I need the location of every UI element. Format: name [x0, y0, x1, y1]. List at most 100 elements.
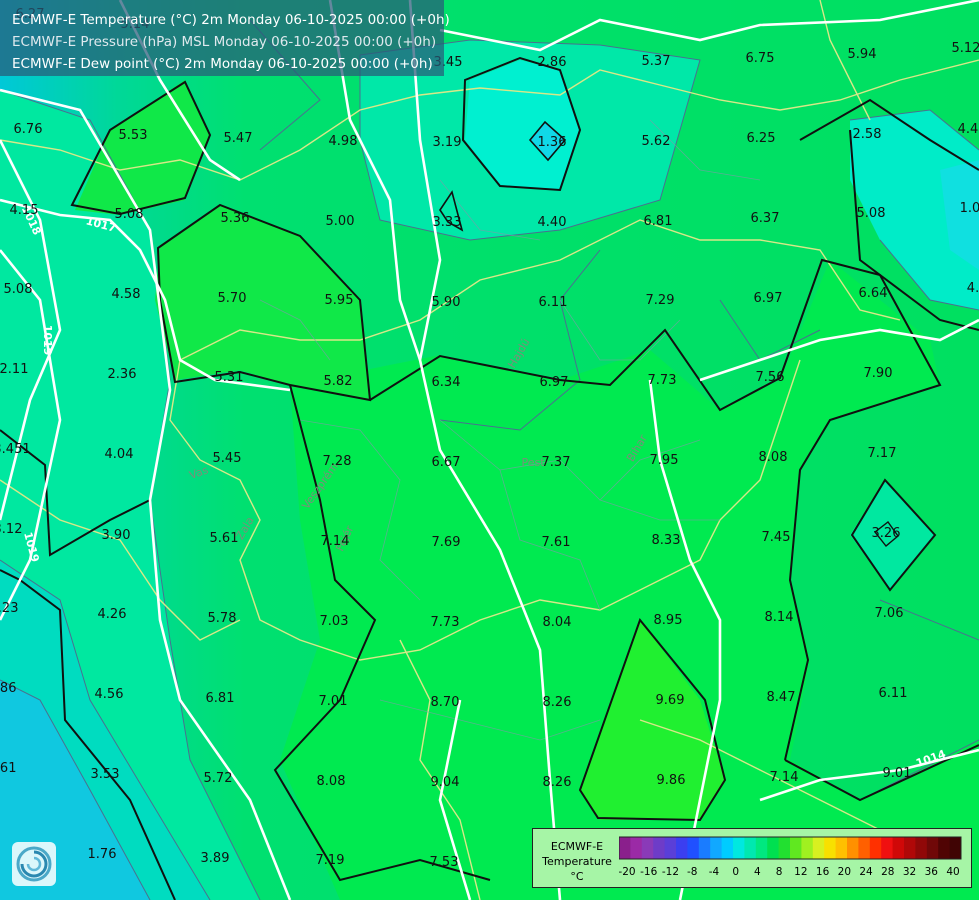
temperature-value: 6.75 — [746, 51, 775, 66]
temperature-value: 3.12 — [0, 522, 22, 537]
temperature-value: 7.14 — [321, 534, 350, 549]
temperature-value: 8.08 — [317, 774, 346, 789]
legend-swatch — [733, 837, 745, 859]
map-title-box: ECMWF-E Temperature (°C) 2m Monday 06-10… — [0, 0, 450, 76]
legend-swatch — [744, 837, 757, 859]
temperature-value: 3.26 — [872, 526, 901, 541]
legend-swatch — [630, 837, 643, 859]
legend-tick-label: -20 — [619, 866, 636, 878]
legend-tick-label: -12 — [662, 866, 679, 878]
title-temperature: ECMWF-E Temperature (°C) 2m Monday 06-10… — [12, 12, 450, 28]
legend-tick-label: 20 — [838, 866, 851, 878]
temperature-value: 8.08 — [759, 450, 788, 465]
legend-tick-label: -4 — [709, 866, 720, 878]
temperature-value: 8.33 — [652, 533, 681, 548]
temperature-value: 5.47 — [224, 131, 253, 146]
isobar-label: 1019 — [41, 325, 54, 356]
legend-swatch — [790, 837, 802, 859]
temperature-value: 6.81 — [206, 691, 235, 706]
legend-swatch — [915, 837, 928, 859]
legend-swatch — [641, 837, 654, 859]
temperature-value: 5.70 — [218, 291, 247, 306]
temperature-value: 6.76 — [14, 122, 43, 137]
temperature-value: 6.97 — [754, 291, 783, 306]
temperature-value: 7.28 — [323, 454, 352, 469]
temperature-value: 5.45 — [213, 451, 242, 466]
temperature-value: 3.53 — [91, 767, 120, 782]
legend-swatch — [892, 837, 905, 859]
temperature-value: 6.11 — [879, 686, 908, 701]
weather-map: 1018 1017101910191014 HajdúBiharPestVas Ve… — [0, 0, 979, 900]
temperature-value: 8.26 — [543, 695, 572, 710]
legend-swatch — [812, 837, 825, 859]
legend-swatch — [710, 837, 723, 859]
temperature-value: 5.95 — [325, 293, 354, 308]
legend-tick-label: 24 — [859, 866, 873, 878]
legend-title-line-3: °C — [570, 870, 584, 883]
temperature-value: 7.01 — [319, 694, 348, 709]
legend-tick-label: 28 — [881, 866, 894, 878]
temperature-value: 5.00 — [326, 214, 355, 229]
temperature-value: 1.0 — [960, 201, 979, 216]
temperature-value: 5.08 — [115, 207, 144, 222]
temperature-value: 5.61 — [210, 531, 239, 546]
temperature-value: 4.26 — [98, 607, 127, 622]
temperature-value: 4.56 — [95, 687, 124, 702]
temperature-value: 1.36 — [538, 135, 567, 150]
legend-swatch — [687, 837, 700, 859]
legend-tick-label: 12 — [794, 866, 807, 878]
temperature-value: 5.78 — [208, 611, 237, 626]
temperature-value: 5.37 — [642, 54, 671, 69]
legend-swatch — [904, 837, 916, 859]
temperature-value: 8.14 — [765, 610, 794, 625]
temperature-value: 2.58 — [853, 127, 882, 142]
temperature-value: 3.33 — [433, 215, 462, 230]
temperature-value: 5.08 — [4, 282, 33, 297]
legend-swatch — [858, 837, 871, 859]
temperature-value: 2.86 — [538, 55, 567, 70]
temperature-value: 7.06 — [875, 606, 904, 621]
swirl-icon — [16, 846, 52, 882]
temperature-value: 7.73 — [648, 373, 677, 388]
legend-swatch — [869, 837, 882, 859]
temperature-value: 9.69 — [656, 693, 685, 708]
temperature-value: 2.36 — [108, 367, 137, 382]
temperature-legend: ECMWF-E Temperature °C -20 -16 -12 -8 -4 0 4 8 1… — [532, 828, 972, 888]
legend-colorbar: -20 -16 -12 -8 -4 0 4 8 12 16 20 24 28 32 36 40 — [619, 836, 962, 878]
temperature-value: 5.90 — [432, 295, 461, 310]
legend-swatch — [778, 837, 791, 859]
temperature-value: 6.11 — [539, 295, 568, 310]
temperature-value: 5.12 — [952, 41, 979, 56]
ecmwf-logo — [12, 842, 56, 886]
legend-swatch — [676, 837, 688, 859]
temperature-value: 6.97 — [540, 375, 569, 390]
temperature-value: 4.4 — [958, 122, 979, 137]
temperature-value: 3.451 — [0, 442, 31, 457]
temperature-value: 7.45 — [762, 530, 791, 545]
temperature-value: 3.23 — [0, 601, 18, 616]
temperature-value: 7.19 — [316, 853, 345, 868]
temperature-value: 7.61 — [542, 535, 571, 550]
temperature-value: 4.15 — [10, 203, 39, 218]
legend-swatch — [824, 837, 837, 859]
temperature-value: 7.73 — [431, 615, 460, 630]
legend-swatch — [881, 837, 894, 859]
legend-swatch — [767, 837, 780, 859]
legend-swatch — [664, 837, 677, 859]
temperature-value: 3.89 — [201, 851, 230, 866]
temperature-value: 5.72 — [204, 771, 233, 786]
temperature-value: 5.82 — [324, 374, 353, 389]
temperature-value: 7.69 — [432, 535, 461, 550]
legend-tick-label: -16 — [640, 866, 657, 878]
temperature-value: 6.64 — [859, 286, 888, 301]
temperature-value: 4.40 — [538, 215, 567, 230]
temperature-value: 8.95 — [654, 613, 683, 628]
temperature-value: 7.03 — [320, 614, 349, 629]
temperature-value: 2.11 — [0, 362, 28, 377]
title-pressure: ECMWF-E Pressure (hPa) MSL Monday 06-10-… — [12, 34, 437, 50]
temperature-value: 6.67 — [432, 455, 461, 470]
legend-tick-label: 4 — [754, 866, 761, 878]
temperature-value: 9.04 — [431, 775, 460, 790]
title-dewpoint: ECMWF-E Dew point (°C) 2m Monday 06-10-2… — [12, 56, 433, 72]
legend-tick-label: 16 — [816, 866, 830, 878]
